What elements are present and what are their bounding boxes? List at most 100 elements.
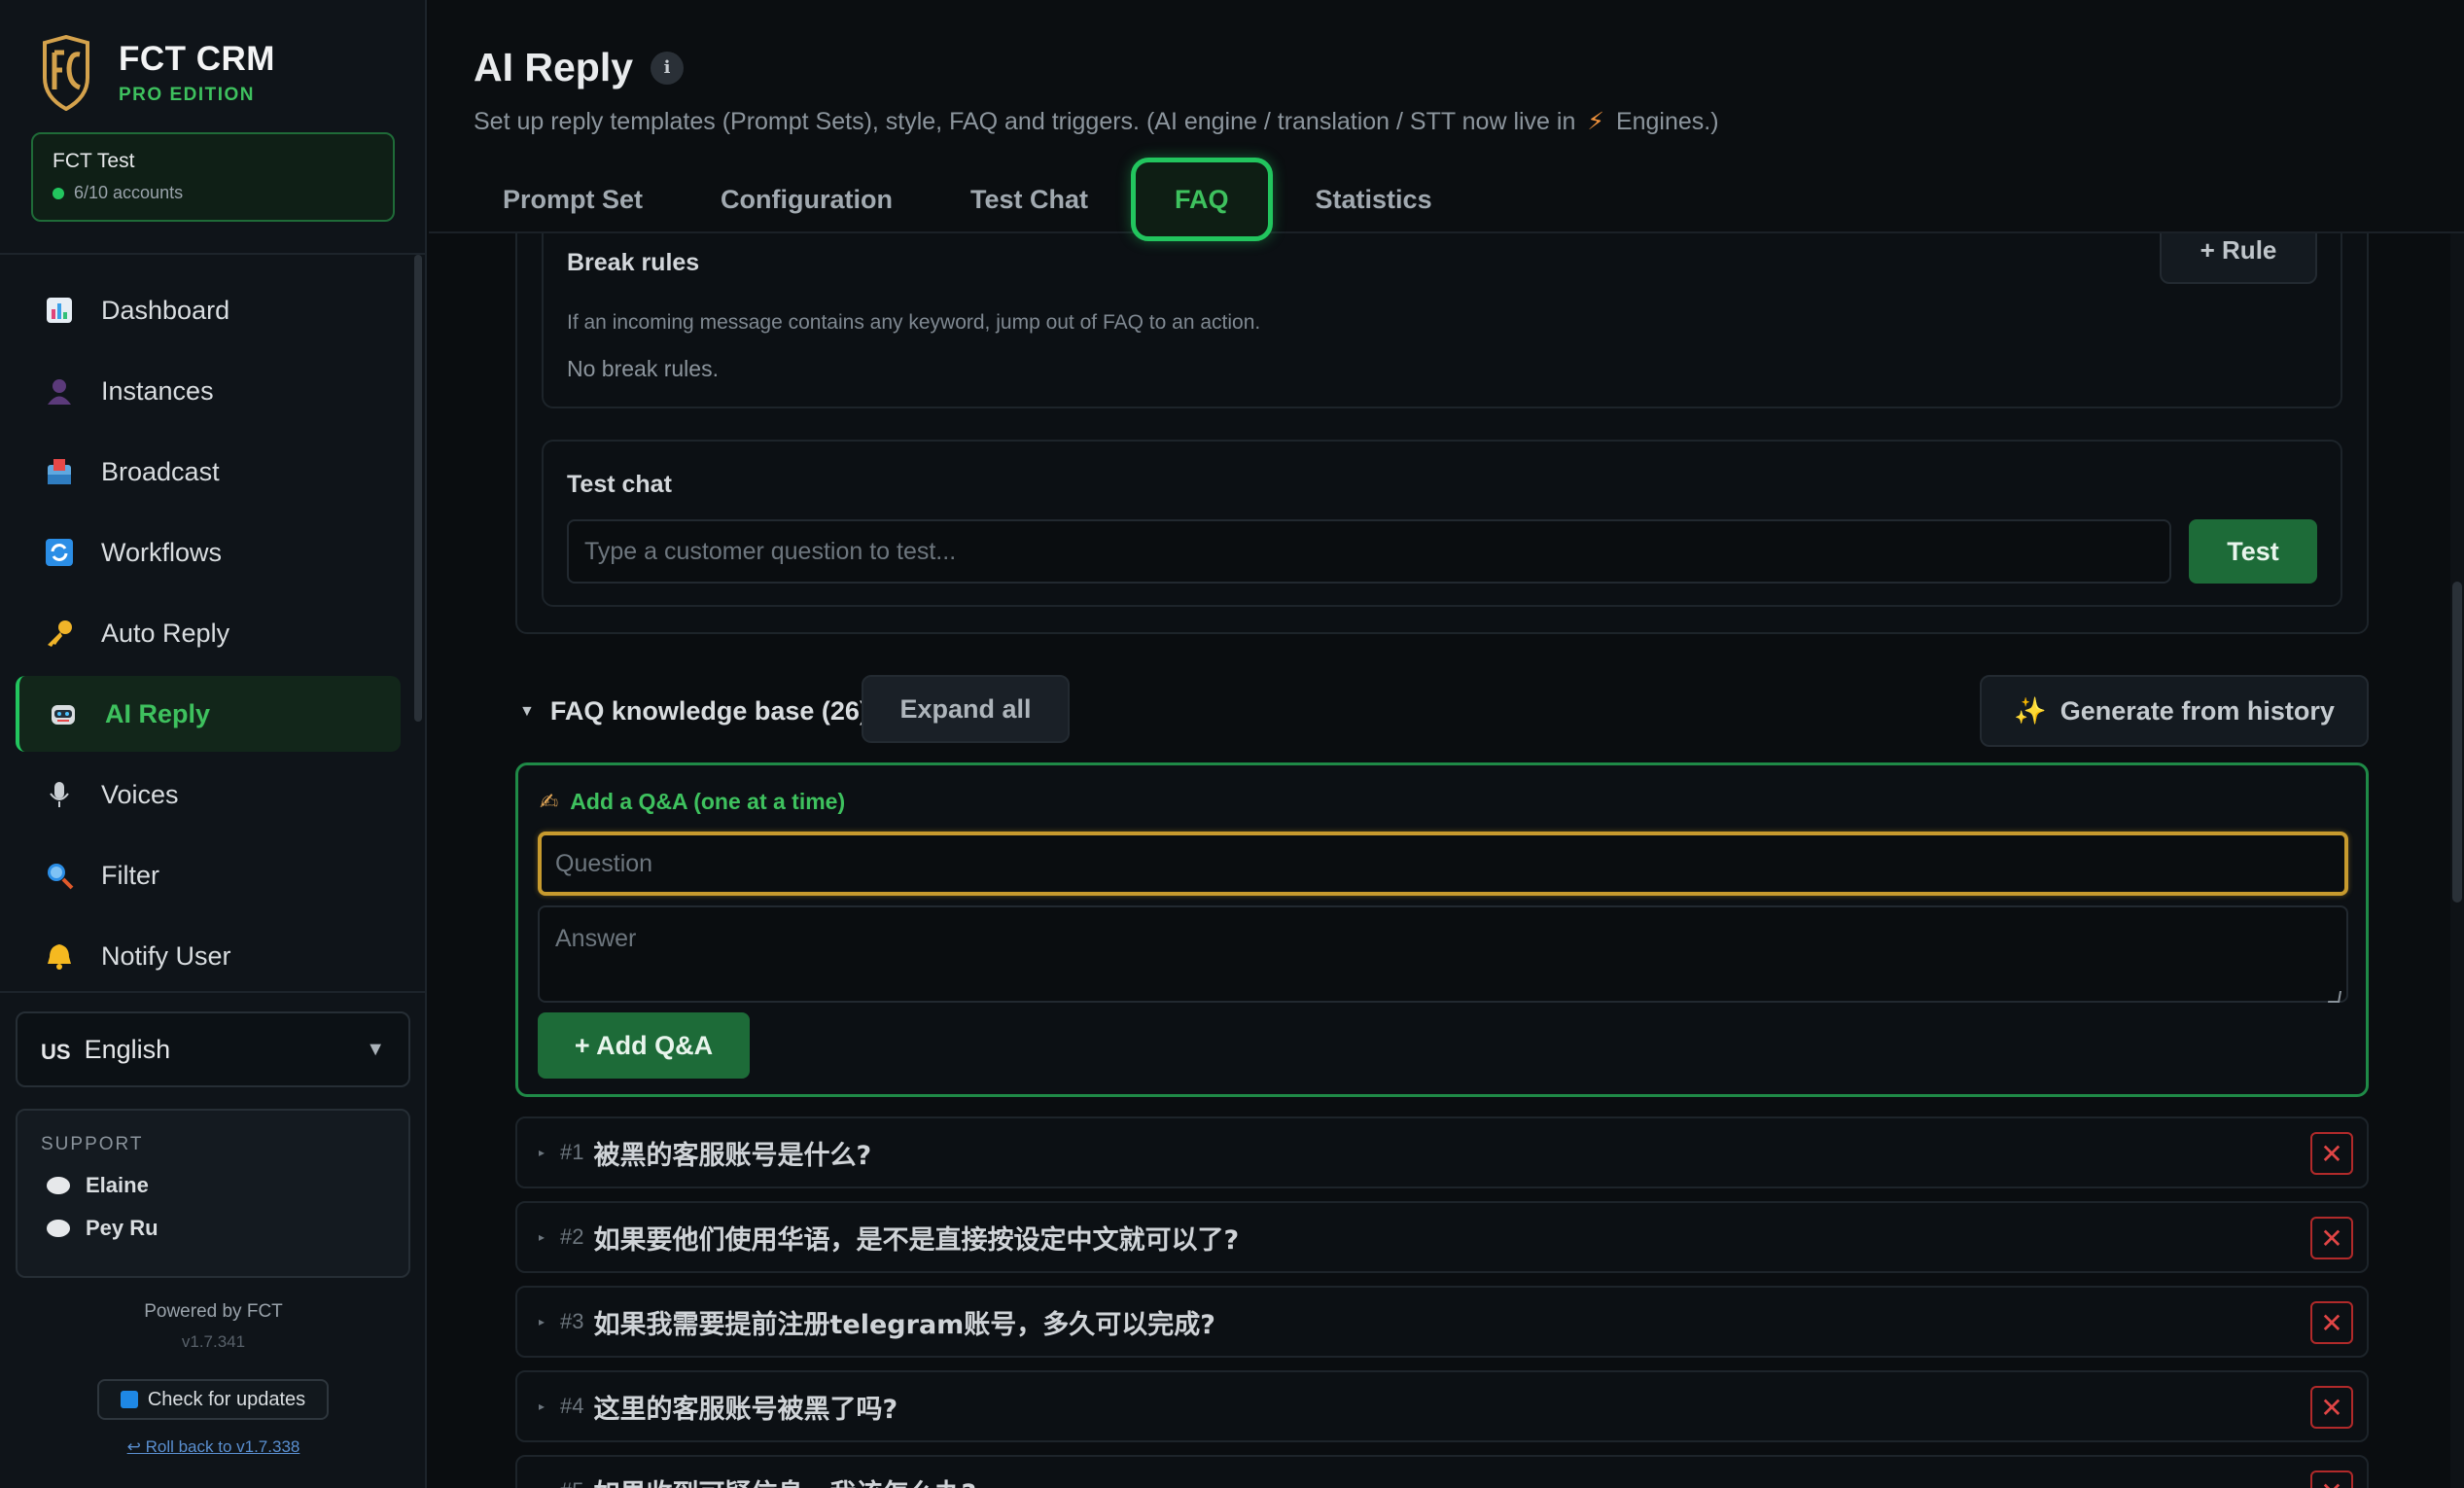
powered-by: Powered by FCT [144, 1301, 283, 1322]
answer-input[interactable] [538, 905, 2348, 1003]
sidebar-item-label: Workflows [101, 537, 223, 567]
faq-question: 如果收到可疑信息，我该怎么办? [594, 1472, 977, 1488]
check-updates-label: Check for updates [147, 1388, 306, 1410]
tab-statistics[interactable]: Statistics [1281, 158, 1467, 241]
brand[interactable]: FCT CRM PRO EDITION [39, 35, 275, 111]
expand-all-button[interactable]: Expand all [862, 675, 1070, 743]
sidebar-item-auto-reply[interactable]: Auto Reply [16, 595, 401, 671]
app-root: FCT CRM PRO EDITION FCT Test 6/10 accoun… [0, 0, 2464, 1488]
sidebar-nav: Dashboard Instances Broadcast Workflows [16, 272, 401, 999]
sidebar-item-instances[interactable]: Instances [16, 353, 401, 429]
faq-list-item[interactable]: ▸ #4 这里的客服账号被黑了吗? ✕ [515, 1370, 2369, 1442]
microphone-icon [43, 778, 76, 811]
page-title: AI Reply i [474, 45, 685, 90]
brand-edition: PRO EDITION [119, 85, 256, 105]
add-qa-title-label: Add a Q&A (one at a time) [570, 789, 846, 814]
language-select[interactable]: US English ▼ [16, 1011, 410, 1087]
question-input[interactable] [538, 832, 2348, 896]
caret-right-icon: ▸ [539, 1146, 546, 1159]
page-subtitle: Set up reply templates (Prompt Sets), st… [474, 107, 1719, 136]
info-icon[interactable]: i [651, 51, 685, 85]
bar-chart-icon [43, 294, 76, 327]
tab-test-chat[interactable]: Test Chat [935, 158, 1123, 241]
kb-header: ▼ FAQ knowledge base (26) Expand all ✨ G… [515, 675, 2369, 749]
break-rules-card: Break rules + Rule If an incoming messag… [542, 233, 2342, 408]
resize-handle-icon[interactable] [2327, 991, 2342, 1003]
faq-number: #1 [560, 1140, 584, 1164]
divider [0, 991, 427, 993]
tab-prompt-set[interactable]: Prompt Set [468, 158, 678, 241]
sidebar-item-voices[interactable]: Voices [16, 757, 401, 833]
sidebar-item-workflows[interactable]: Workflows [16, 514, 401, 590]
bell-icon [43, 939, 76, 973]
add-rule-button[interactable]: + Rule [2160, 233, 2317, 284]
generate-from-history-button[interactable]: ✨ Generate from history [1980, 675, 2369, 747]
test-chat-card: Test chat Test [542, 440, 2342, 607]
chat-bubble-icon [47, 1177, 70, 1194]
support-contact[interactable]: Elaine [41, 1173, 385, 1198]
sidebar-item-label: Instances [101, 375, 214, 406]
inbox-icon [43, 455, 76, 488]
refresh-icon [43, 536, 76, 569]
sidebar-item-notify-user[interactable]: Notify User [16, 918, 401, 994]
sidebar: FCT CRM PRO EDITION FCT Test 6/10 accoun… [0, 0, 427, 1488]
test-question-input[interactable] [567, 519, 2171, 584]
writing-hand-icon: ✍ [540, 789, 559, 814]
tab-configuration[interactable]: Configuration [686, 158, 928, 241]
app-version: v1.7.341 [181, 1332, 246, 1351]
faq-list-item[interactable]: ▸ #5 如果收到可疑信息，我该怎么办? ✕ [515, 1455, 2369, 1488]
caret-right-icon: ▸ [539, 1484, 545, 1488]
support-contact[interactable]: Pey Ru [41, 1216, 385, 1241]
faq-list-item[interactable]: ▸ #2 如果要他们使用华语，是不是直接按设定中文就可以了? ✕ [515, 1201, 2369, 1273]
caret-right-icon: ▸ [539, 1230, 546, 1244]
check-updates-button[interactable]: Check for updates [97, 1379, 329, 1420]
workspace-accounts: 6/10 accounts [53, 183, 373, 203]
page-header: AI Reply i Set up reply templates (Promp… [429, 0, 2464, 241]
workspace-accounts-label: 6/10 accounts [74, 183, 184, 202]
sidebar-item-label: Broadcast [101, 456, 220, 486]
chevron-down-icon: ▼ [366, 1038, 385, 1060]
delete-icon[interactable]: ✕ [2310, 1132, 2353, 1175]
faq-list-item[interactable]: ▸ #1 被黑的客服账号是什么? ✕ [515, 1116, 2369, 1188]
faq-number: #3 [560, 1309, 584, 1333]
flag-icon: US [41, 1040, 71, 1064]
kb-title: FAQ knowledge base (26) [549, 696, 868, 726]
subtitle-engines[interactable]: Engines.) [1616, 108, 1719, 135]
tab-faq[interactable]: FAQ [1131, 158, 1273, 241]
sparkles-icon: ✨ [2014, 696, 2047, 726]
caret-right-icon: ▸ [539, 1399, 546, 1413]
delete-icon[interactable]: ✕ [2310, 1470, 2353, 1488]
add-qa-title: ✍ Add a Q&A (one at a time) [540, 789, 845, 815]
faq-list: ▸ #1 被黑的客服账号是什么? ✕ ▸ #2 如果要他们使用华语，是不是直接按… [515, 1116, 2369, 1488]
sidebar-item-ai-reply[interactable]: AI Reply [16, 676, 401, 752]
test-button[interactable]: Test [2189, 519, 2317, 584]
workspace-name: FCT Test [53, 150, 135, 172]
delete-icon[interactable]: ✕ [2310, 1301, 2353, 1344]
lightning-icon: ⚡ [1587, 108, 1604, 135]
support-label: SUPPORT [41, 1134, 144, 1154]
status-dot-icon [53, 187, 64, 199]
sidebar-scrollbar[interactable] [414, 255, 422, 722]
sidebar-item-label: Dashboard [101, 295, 230, 325]
main-panel: Break rules + Rule If an incoming messag… [429, 0, 2464, 1488]
shield-logo-icon [43, 35, 89, 111]
sidebar-item-dashboard[interactable]: Dashboard [16, 272, 401, 348]
rollback-link[interactable]: ↩ Roll back to v1.7.338 [0, 1437, 427, 1457]
workspace-selector[interactable]: FCT Test 6/10 accounts [31, 132, 395, 222]
sidebar-item-broadcast[interactable]: Broadcast [16, 434, 401, 510]
delete-icon[interactable]: ✕ [2310, 1217, 2353, 1259]
add-qa-card: ✍ Add a Q&A (one at a time) + Add Q&A [515, 762, 2369, 1097]
sidebar-item-label: Auto Reply [101, 618, 230, 648]
add-qa-button[interactable]: + Add Q&A [538, 1012, 750, 1079]
sidebar-item-label: Filter [101, 860, 159, 890]
main-scrollbar-thumb[interactable] [2452, 582, 2462, 903]
sidebar-item-filter[interactable]: Filter [16, 837, 401, 913]
caret-right-icon: ▸ [539, 1315, 546, 1329]
subtitle-text: Set up reply templates (Prompt Sets), st… [474, 108, 1576, 135]
faq-question: 如果要他们使用华语，是不是直接按设定中文就可以了? [593, 1224, 1240, 1256]
kb-toggle[interactable]: ▼ FAQ knowledge base (26) [519, 696, 868, 726]
delete-icon[interactable]: ✕ [2310, 1386, 2353, 1429]
faq-list-item[interactable]: ▸ #3 如果我需要提前注册telegram账号，多久可以完成? ✕ [515, 1286, 2369, 1358]
sidebar-item-label: Voices [101, 779, 179, 809]
break-rules-empty: No break rules. [567, 356, 719, 381]
